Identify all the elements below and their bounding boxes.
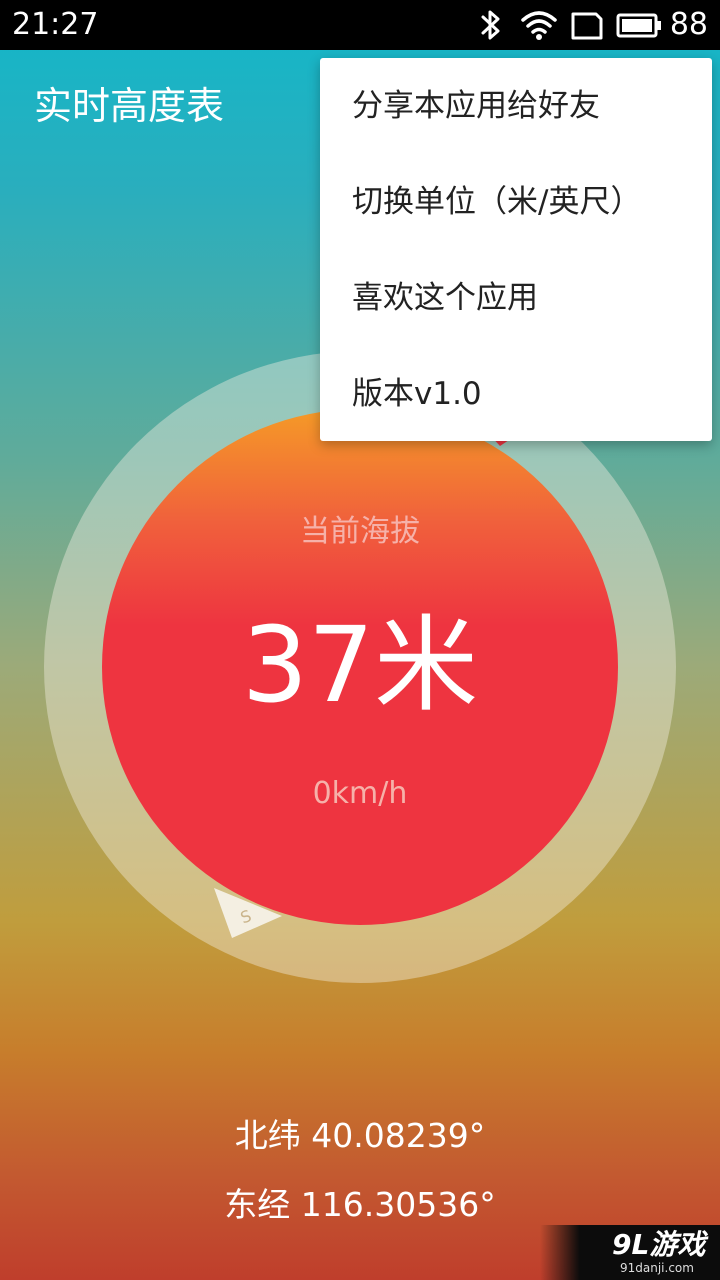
speed-value: 0km/h xyxy=(312,776,408,811)
wifi-icon xyxy=(521,11,557,40)
menu-item-like-app[interactable]: 喜欢这个应用 xyxy=(320,250,712,346)
longitude-text: 东经 116.30536° xyxy=(224,1185,496,1224)
latitude-text: 北纬 40.08239° xyxy=(234,1116,486,1155)
battery-icon xyxy=(616,13,661,38)
screen-rotate-icon xyxy=(571,12,603,40)
overflow-menu: 分享本应用给好友 切换单位（米/英尺） 喜欢这个应用 版本v1.0 xyxy=(320,58,712,441)
watermark-logo: 9L游戏 xyxy=(612,1228,706,1261)
watermark-url: 91danji.com xyxy=(620,1261,694,1275)
bluetooth-icon xyxy=(481,10,500,40)
app-title: 实时高度表 xyxy=(34,84,225,128)
battery-percent: 88 xyxy=(669,7,708,42)
altitude-value: 37米 xyxy=(241,604,479,726)
menu-item-switch-unit[interactable]: 切换单位（米/英尺） xyxy=(320,154,712,250)
menu-item-version[interactable]: 版本v1.0 xyxy=(320,346,712,442)
app-screen: 21:27 88 实时高度表 S 当前海拔 37米 0km/h 北纬 40.08… xyxy=(0,0,720,1280)
compass-south-letter: S xyxy=(238,906,254,927)
site-watermark: 9L游戏 91danji.com xyxy=(540,1225,720,1280)
menu-item-share-app[interactable]: 分享本应用给好友 xyxy=(320,58,712,154)
status-bar: 21:27 88 xyxy=(0,0,720,50)
status-time: 21:27 xyxy=(12,7,99,42)
altitude-label: 当前海拔 xyxy=(300,514,420,549)
compass-south-pointer xyxy=(214,888,282,938)
